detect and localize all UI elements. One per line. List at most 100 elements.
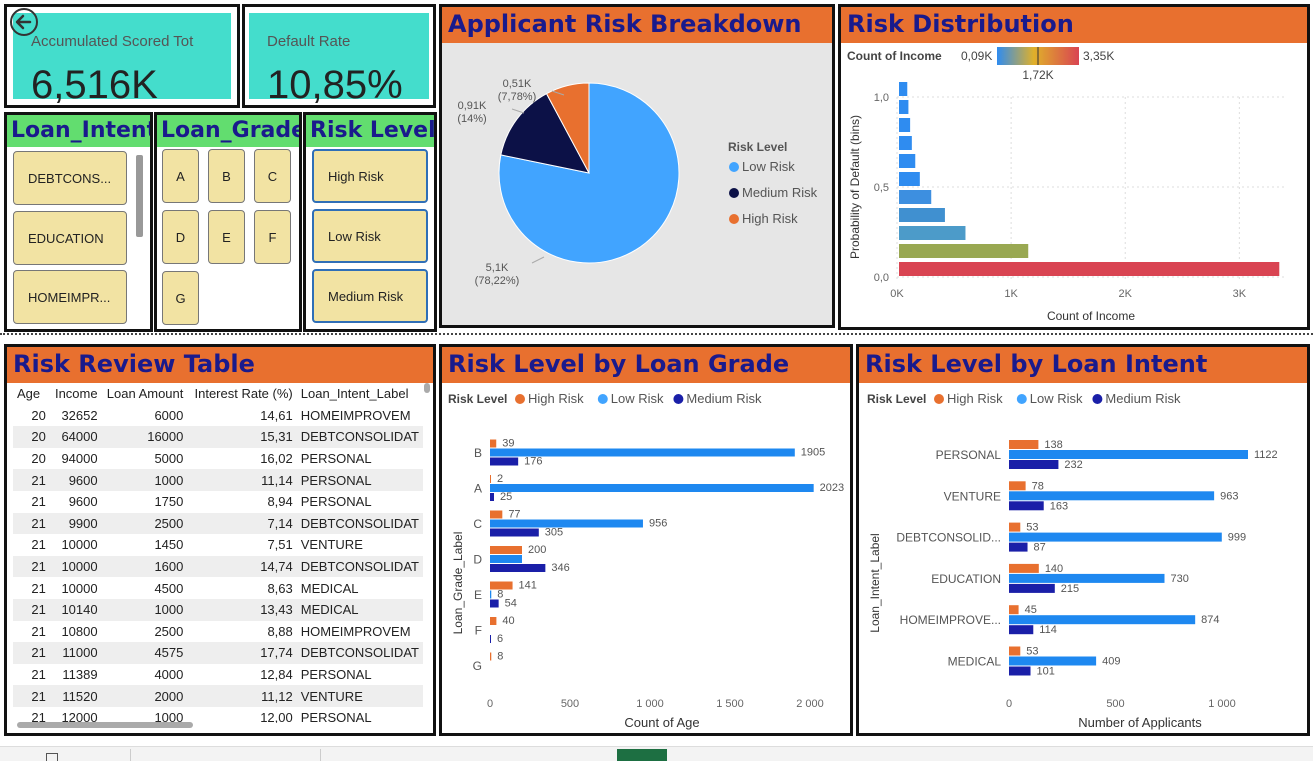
bar-high-risk	[490, 439, 497, 448]
table-row[interactable]: 21 11389 4000 12,84 PERSONAL	[13, 664, 423, 686]
slicer-item-homeimpr[interactable]: HOMEIMPR...	[13, 270, 127, 324]
data-label-high-risk: 53	[1026, 646, 1038, 658]
table-cell-loan-intent-label: HOMEIMPROVEM	[300, 407, 411, 423]
gradient-legend-max: 3,35K	[1083, 49, 1114, 63]
data-label-medium-risk: 25	[500, 491, 512, 503]
slicer-item-grade-g[interactable]: G	[162, 271, 199, 325]
category-label-venture: VENTURE	[944, 489, 1001, 503]
bar-medium-risk	[1009, 542, 1028, 552]
data-label-high-risk: 77	[508, 509, 520, 521]
table-row[interactable]: 21 9600 1000 11,14 PERSONAL	[13, 469, 423, 491]
column-header-loan-intent-label[interactable]: Loan_Intent_Label	[297, 383, 423, 405]
x-axis-title: Count of Income	[1047, 309, 1135, 323]
table-row[interactable]: 20 32652 6000 14,61 HOMEIMPROVEM	[13, 405, 423, 427]
column-header-interest-rate[interactable]: Interest Rate (%)	[187, 383, 296, 405]
risk-review-table-scroll[interactable]: Age Income Loan Amount Interest Rate (%) Loa…	[13, 383, 423, 723]
table-row[interactable]: 21 10000 1450 7,51 VENTURE	[13, 534, 423, 556]
table-cell-loan-intent-label: DEBTCONSOLIDAT	[300, 645, 419, 661]
table-cell-income: 11000	[62, 645, 98, 661]
x-tick-label: 0	[1006, 698, 1012, 710]
slicer-scrollbar[interactable]	[136, 155, 143, 237]
loan-intent-chart-panel: Risk Level by Loan Intent Risk Level High…	[856, 344, 1310, 736]
distribution-bar	[899, 82, 908, 96]
kpi-scored-total-title: Accumulated Scored Tot	[31, 33, 194, 50]
slicer-item-high-risk[interactable]: High Risk	[312, 149, 428, 203]
table-cell-age: 21	[31, 602, 46, 618]
table-row[interactable]: 21 10140 1000 13,43 MEDICAL	[13, 598, 423, 621]
bar-medium-risk	[490, 599, 499, 608]
column-header-age[interactable]: Age	[13, 383, 50, 405]
y-tick-label: 0,0	[874, 272, 889, 284]
x-tick-label: 500	[561, 698, 579, 710]
table-row[interactable]: 20 64000 16000 15,31 DEBTCONSOLIDAT	[13, 426, 423, 448]
risk-distribution-svg: Count of Income 0,09K 3,35K 1,72K 0K 1K 2K 3K 1,…	[847, 47, 1285, 323]
table-cell-loan-amount: 4500	[154, 580, 184, 596]
pie-chart-title: Applicant Risk Breakdown	[442, 7, 832, 43]
data-label-low-risk: 956	[649, 518, 667, 530]
table-cell-loan-intent-label: HOMEIMPROVEM	[300, 623, 411, 639]
distribution-bar	[899, 172, 920, 186]
slicer-item-grade-f[interactable]: F	[254, 210, 291, 264]
loan-grade-chart-panel: Risk Level by Loan Grade Risk Level High …	[439, 344, 853, 736]
loan-intent-chart-svg: Risk Level High Risk Low Risk Medium Risk PE…	[867, 391, 1278, 730]
bar-low-risk	[1009, 491, 1215, 501]
slicer-item-grade-d[interactable]: D	[162, 210, 199, 264]
table-row[interactable]: 21 11000 4575 17,74 DEBTCONSOLIDAT	[13, 642, 423, 664]
data-label-high-risk: 39	[502, 438, 514, 450]
table-horizontal-scrollbar[interactable]	[17, 722, 193, 728]
column-header-loan-amount[interactable]: Loan Amount	[102, 383, 188, 405]
bar-low-risk	[1009, 656, 1097, 666]
legend-label-high-risk: High Risk	[528, 391, 584, 406]
table-row[interactable]: 21 10000 4500 8,63 MEDICAL	[13, 577, 423, 599]
table-vertical-scrollbar[interactable]	[424, 383, 430, 393]
kpi-default-rate-value: 10,85%	[267, 63, 403, 107]
distribution-bar	[899, 208, 945, 222]
table-row[interactable]: 21 10000 1600 14,74 DEBTCONSOLIDAT	[13, 555, 423, 578]
table-cell-loan-intent-label: DEBTCONSOLIDAT	[300, 559, 419, 575]
data-label-medium-risk: 6	[497, 633, 503, 645]
risk-review-table: Age Income Loan Amount Interest Rate (%) Loa…	[13, 383, 423, 723]
table-cell-loan-intent-label: DEBTCONSOLIDAT	[300, 429, 419, 445]
distribution-bar	[899, 136, 912, 150]
slicer-item-grade-b[interactable]: B	[208, 149, 245, 203]
table-cell-income: 94000	[61, 451, 98, 467]
slicer-item-grade-a[interactable]: A	[162, 149, 199, 203]
slicer-item-medium-risk[interactable]: Medium Risk	[312, 269, 428, 323]
data-label-medium-risk: 87	[1034, 542, 1046, 554]
table-cell-loan-intent-label: PERSONAL	[300, 667, 372, 683]
data-label-high-risk: 200	[528, 544, 546, 556]
slicer-item-grade-c[interactable]: C	[254, 149, 291, 203]
table-cell-loan-amount: 1450	[154, 537, 184, 553]
table-row[interactable]: 21 10800 2500 8,88 HOMEIMPROVEM	[13, 621, 423, 643]
slicer-item-debtcons[interactable]: DEBTCONS...	[13, 151, 127, 205]
table-cell-income: 9900	[68, 515, 98, 531]
table-cell-loan-amount: 16000	[147, 429, 184, 445]
category-label-c: C	[473, 517, 482, 531]
table-cell-loan-amount: 1000	[154, 710, 184, 723]
excel-tab-icon[interactable]	[617, 749, 667, 761]
table-row[interactable]: 21 9600 1750 8,94 PERSONAL	[13, 491, 423, 513]
kpi-card-default-rate: Default Rate 10,85%	[242, 4, 436, 108]
risk-review-table-title: Risk Review Table	[7, 347, 433, 383]
back-button[interactable]	[8, 6, 40, 38]
table-row[interactable]: 21 9900 2500 7,14 DEBTCONSOLIDAT	[13, 512, 423, 535]
page-icon[interactable]	[46, 753, 58, 761]
column-header-income[interactable]: Income	[50, 383, 102, 405]
bar-medium-risk	[1009, 625, 1034, 635]
kpi-scored-total-bg: Accumulated Scored Tot 6,516K	[13, 13, 231, 105]
slicer-item-grade-e[interactable]: E	[208, 210, 245, 264]
table-cell-interest-rate: 15,31	[260, 429, 293, 445]
distribution-bar	[899, 118, 911, 132]
table-cell-loan-intent-label: PERSONAL	[300, 494, 372, 510]
slicer-item-low-risk[interactable]: Low Risk	[312, 209, 428, 263]
table-cell-income: 10800	[61, 623, 98, 639]
table-row[interactable]: 21 11520 2000 11,12 VENTURE	[13, 685, 423, 707]
pie-legend-marker-medium-risk	[729, 188, 739, 198]
table-row[interactable]: 20 94000 5000 16,02 PERSONAL	[13, 448, 423, 470]
table-row[interactable]: 21 12000 1000 12,00 PERSONAL	[13, 707, 423, 723]
data-label-high-risk: 138	[1044, 439, 1062, 451]
bar-low-risk	[1009, 573, 1165, 583]
data-label-high-risk: 53	[1026, 522, 1038, 534]
slicer-item-education[interactable]: EDUCATION	[13, 211, 127, 265]
section-divider	[0, 333, 1313, 335]
